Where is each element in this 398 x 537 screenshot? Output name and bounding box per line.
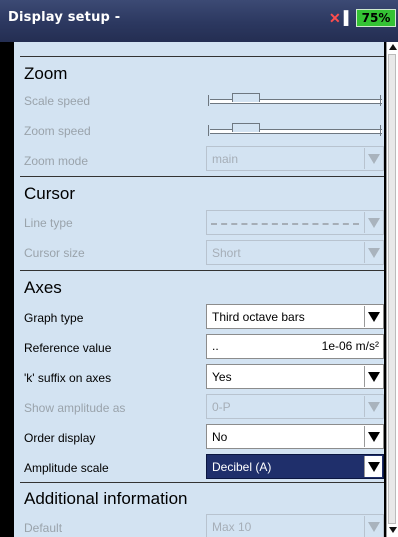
k-suffix-label: 'k' suffix on axes <box>24 371 112 385</box>
chevron-down-icon[interactable] <box>364 456 382 477</box>
reference-value-label: Reference value <box>24 341 112 355</box>
no-signal-icon: ✕ <box>329 10 341 26</box>
graph-type-dropdown[interactable]: Third octave bars <box>206 304 384 329</box>
window-title: Display setup - <box>8 10 121 25</box>
zoom-mode-dropdown[interactable]: main <box>206 146 384 171</box>
amplitude-scale-label: Amplitude scale <box>24 461 109 475</box>
battery-indicator: 75% <box>356 9 396 27</box>
chevron-down-icon[interactable] <box>364 366 382 387</box>
divider <box>20 270 384 271</box>
section-title-zoom: Zoom <box>24 64 68 83</box>
dashed-line-preview <box>211 223 359 225</box>
chevron-down-icon[interactable] <box>364 426 382 447</box>
chevron-down-icon[interactable] <box>364 148 382 169</box>
graph-type-value: Third octave bars <box>212 310 305 324</box>
order-display-value: No <box>212 430 228 444</box>
scrollbar-thumb[interactable] <box>388 54 396 524</box>
display-setup-window: Display setup - ✕ ▌ 75% Zoom Scale speed… <box>0 0 398 537</box>
cursor-size-dropdown[interactable]: Short <box>206 240 384 265</box>
show-amplitude-value: 0-P <box>212 400 231 414</box>
slider-end-tick <box>208 95 209 106</box>
default-value: Max 10 <box>212 520 252 534</box>
k-suffix-dropdown[interactable]: Yes <box>206 364 384 389</box>
chevron-down-icon[interactable] <box>364 516 382 537</box>
chevron-down-icon[interactable] <box>364 306 382 327</box>
graph-type-label: Graph type <box>24 311 84 325</box>
order-display-label: Order display <box>24 431 96 445</box>
chevron-down-icon[interactable] <box>364 242 382 263</box>
chevron-down-icon[interactable] <box>364 212 382 233</box>
slider-end-tick <box>208 125 209 136</box>
reference-value-input[interactable]: .. 1e-06 m/s² <box>206 334 384 359</box>
zoom-mode-label: Zoom mode <box>24 154 89 168</box>
slider-thumb[interactable] <box>231 93 260 102</box>
settings-panel: Zoom Scale speed Zoom speed Zoom mode ma… <box>14 42 384 537</box>
divider <box>20 176 384 177</box>
scroll-down-arrow-icon[interactable] <box>389 527 397 533</box>
line-type-label: Line type <box>24 216 73 230</box>
reference-value-text: 1e-06 m/s² <box>321 339 379 353</box>
slider-end-tick <box>380 95 381 106</box>
order-display-dropdown[interactable]: No <box>206 424 384 449</box>
section-title-cursor: Cursor <box>24 184 76 203</box>
scale-speed-label: Scale speed <box>24 94 91 108</box>
zoom-mode-value: main <box>212 152 239 166</box>
line-type-dropdown[interactable] <box>206 210 384 235</box>
scale-speed-slider[interactable] <box>206 88 384 113</box>
divider <box>20 482 384 483</box>
title-bar: Display setup - ✕ ▌ 75% <box>0 0 398 42</box>
zoom-speed-slider[interactable] <box>206 118 384 143</box>
default-dropdown[interactable]: Max 10 <box>206 514 384 537</box>
cursor-size-label: Cursor size <box>24 246 85 260</box>
slider-thumb[interactable] <box>231 123 260 132</box>
separator-icon: ▌ <box>343 10 353 25</box>
scroll-up-arrow-icon[interactable] <box>389 44 397 50</box>
divider <box>20 56 384 57</box>
amplitude-scale-value: Decibel (A) <box>212 460 272 474</box>
status-area: ✕ ▌ 75% <box>329 9 396 27</box>
amplitude-scale-dropdown[interactable]: Decibel (A) <box>206 454 384 479</box>
reference-value-prefix: .. <box>212 339 219 353</box>
section-title-additional: Additional information <box>24 489 188 508</box>
chevron-down-icon[interactable] <box>364 396 382 417</box>
k-suffix-value: Yes <box>212 370 232 384</box>
section-title-axes: Axes <box>24 278 62 297</box>
show-amplitude-dropdown[interactable]: 0-P <box>206 394 384 419</box>
cursor-size-value: Short <box>212 246 241 260</box>
scrollbar[interactable] <box>386 42 398 537</box>
default-label: Default <box>24 521 63 535</box>
slider-end-tick <box>380 125 381 136</box>
show-amplitude-label: Show amplitude as <box>24 401 126 415</box>
zoom-speed-label: Zoom speed <box>24 124 91 138</box>
